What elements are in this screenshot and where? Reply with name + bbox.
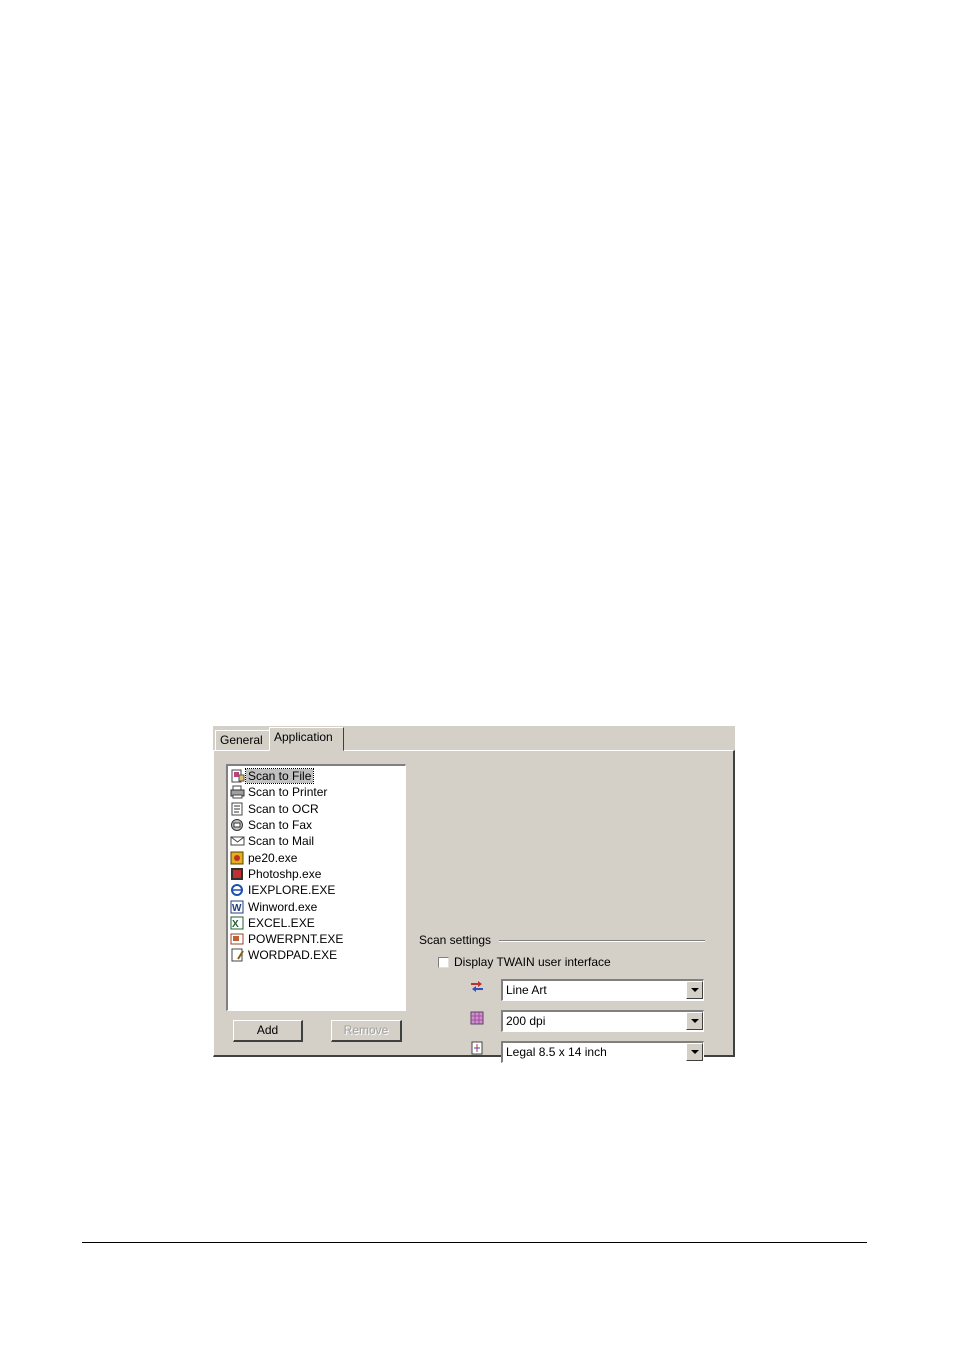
color-mode-select[interactable]: Line Art	[501, 979, 704, 1001]
color-mode-value: Line Art	[506, 983, 547, 997]
scanner-settings-dialog: General Application Scan to File Scan to…	[213, 726, 735, 1063]
svg-text:W: W	[232, 903, 242, 914]
twain-ui-checkbox-label: Display TWAIN user interface	[454, 955, 611, 969]
list-item[interactable]: X EXCEL.EXE	[228, 915, 405, 931]
mail-icon	[230, 834, 245, 848]
add-button[interactable]: Add	[233, 1020, 303, 1042]
list-item[interactable]: Scan to Fax	[228, 817, 405, 833]
application-list[interactable]: Scan to File Scan to Printer Scan to OCR…	[226, 764, 406, 1011]
app-icon	[230, 851, 245, 865]
remove-button[interactable]: Remove	[331, 1020, 402, 1042]
list-item[interactable]: WORDPAD.EXE	[228, 947, 405, 963]
ocr-icon	[230, 802, 245, 816]
paper-size-value: Legal 8.5 x 14 inch	[506, 1045, 607, 1059]
list-item[interactable]: Scan to Mail	[228, 833, 405, 849]
resolution-select[interactable]: 200 dpi	[501, 1010, 704, 1032]
list-item[interactable]: Scan to File	[228, 768, 405, 785]
photoshop-icon	[230, 867, 245, 881]
tab-general[interactable]: General	[215, 730, 270, 750]
svg-text:X: X	[232, 919, 239, 930]
list-item[interactable]: Scan to OCR	[228, 801, 405, 817]
resolution-icon	[469, 1011, 485, 1025]
twain-ui-checkbox-row[interactable]: Display TWAIN user interface	[438, 955, 611, 969]
word-icon: W	[230, 900, 245, 914]
twain-ui-checkbox[interactable]	[438, 956, 449, 968]
group-divider	[499, 940, 705, 942]
chevron-down-icon[interactable]	[686, 1012, 703, 1030]
list-item[interactable]: Photoshp.exe	[228, 866, 405, 882]
list-item[interactable]: POWERPNT.EXE	[228, 931, 405, 947]
color-mode-icon	[469, 979, 485, 993]
powerpoint-icon	[230, 932, 245, 946]
list-item[interactable]: pe20.exe	[228, 849, 405, 865]
fax-icon	[230, 818, 245, 832]
paper-size-icon	[469, 1041, 485, 1055]
list-item[interactable]: Scan to Printer	[228, 784, 405, 800]
printer-icon	[230, 785, 245, 799]
scan-settings-label: Scan settings	[419, 933, 492, 947]
tab-strip: General Application	[213, 726, 735, 751]
list-item[interactable]: IEXPLORE.EXE	[228, 882, 405, 898]
wordpad-icon	[230, 948, 245, 962]
paper-size-select[interactable]: Legal 8.5 x 14 inch	[501, 1041, 704, 1063]
internet-explorer-icon	[230, 883, 245, 897]
list-item[interactable]: W Winword.exe	[228, 898, 405, 914]
application-panel: Scan to File Scan to Printer Scan to OCR…	[213, 750, 735, 1063]
chevron-down-icon[interactable]	[686, 981, 703, 999]
tab-application[interactable]: Application	[269, 727, 344, 751]
resolution-value: 200 dpi	[506, 1014, 546, 1028]
scan-file-icon	[230, 769, 245, 783]
chevron-down-icon[interactable]	[686, 1043, 703, 1061]
excel-icon: X	[230, 916, 245, 930]
page-footer-rule	[82, 1242, 867, 1243]
